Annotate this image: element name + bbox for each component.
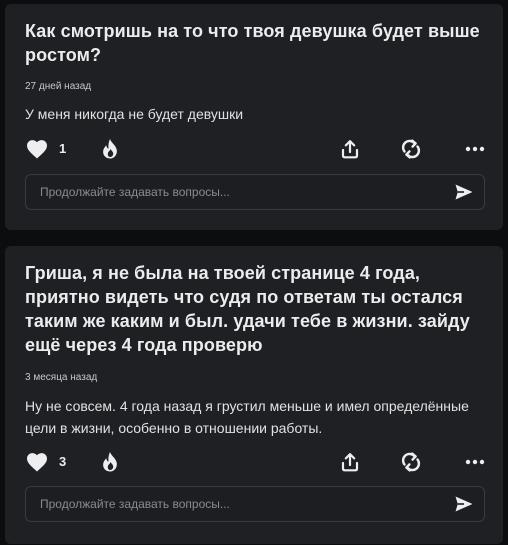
send-icon[interactable] [454, 495, 474, 513]
repost-icon[interactable] [401, 452, 421, 472]
action-bar: 3 [5, 449, 503, 475]
answer-text: У меня никогда не будет девушки [25, 106, 244, 122]
fire-button[interactable] [101, 138, 119, 160]
repost-button[interactable] [401, 452, 421, 472]
heart-icon[interactable] [26, 139, 48, 159]
more-icon[interactable] [465, 146, 485, 152]
share-icon[interactable] [341, 139, 359, 159]
action-bar: 1 [5, 136, 503, 162]
fire-button[interactable] [101, 451, 119, 473]
send-button[interactable] [454, 495, 474, 513]
like-button[interactable] [26, 452, 48, 472]
answer-timestamp[interactable]: 27 дней назад [25, 81, 91, 93]
follow-up-question-input[interactable] [40, 175, 440, 209]
fire-icon[interactable] [101, 138, 119, 160]
answer-card: Гриша, я не была на твоей странице 4 год… [5, 246, 503, 544]
send-icon[interactable] [454, 183, 474, 201]
more-icon[interactable] [465, 459, 485, 465]
repost-icon[interactable] [401, 139, 421, 159]
like-count: 1 [59, 141, 67, 156]
follow-up-question-box [25, 486, 485, 522]
answer-card: Как смотришь на то что твоя девушка буде… [5, 4, 503, 230]
send-button[interactable] [454, 183, 474, 201]
share-button[interactable] [341, 139, 359, 159]
like-count: 3 [59, 454, 67, 469]
repost-button[interactable] [401, 139, 421, 159]
fire-icon[interactable] [101, 451, 119, 473]
share-button[interactable] [341, 452, 359, 472]
answer-timestamp[interactable]: 3 месяца назад [25, 372, 97, 384]
answer-text: Ну не совсем. 4 года назад я грустил мен… [25, 398, 469, 436]
question-text[interactable]: Как смотришь на то что твоя девушка буде… [25, 19, 485, 67]
like-button[interactable] [26, 139, 48, 159]
more-button[interactable] [465, 459, 485, 465]
more-button[interactable] [465, 146, 485, 152]
share-icon[interactable] [341, 452, 359, 472]
heart-icon[interactable] [26, 452, 48, 472]
answers-feed: Как смотришь на то что твоя девушка буде… [0, 0, 508, 545]
question-text[interactable]: Гриша, я не была на твоей странице 4 год… [25, 261, 485, 357]
follow-up-question-box [25, 174, 485, 210]
follow-up-question-input[interactable] [40, 487, 440, 521]
